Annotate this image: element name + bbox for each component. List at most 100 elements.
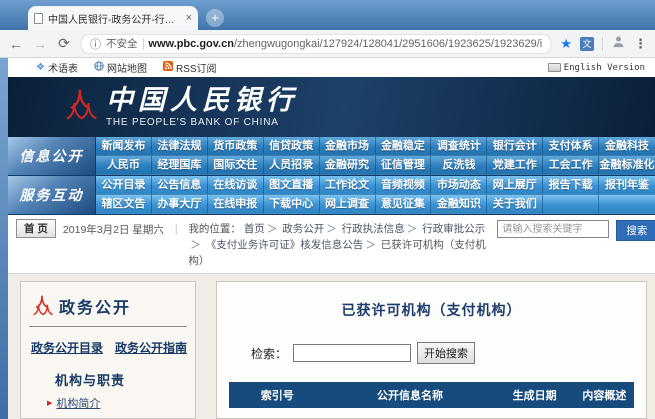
nav-link[interactable]: 在线访谈 [208, 176, 264, 195]
glossary-link[interactable]: ❖术语表 [36, 60, 78, 75]
cell-date: 2018年1月6日 [495, 408, 575, 419]
cell-index: Z2000133000019 [229, 408, 325, 419]
browser-tab[interactable]: 中国人民银行-政务公开-行政执法信息 × [28, 6, 198, 30]
start-search-button[interactable]: 开始搜索 [417, 342, 475, 364]
sidebar-title: 政务公开 [59, 294, 131, 318]
breadcrumb-link[interactable]: 行政执法信息 [342, 223, 405, 235]
rss-link[interactable]: RSS订阅 [163, 60, 217, 75]
sidebar-link-guide[interactable]: 政务公开指南 [115, 339, 187, 356]
url-bar[interactable]: ⓘ 不安全 www.pbc.gov.cn/zhengwugongkai/1279… [80, 34, 552, 54]
nav-link[interactable]: 金融标准化 [599, 156, 655, 175]
sidebar-section-title: 机构与职责 [55, 370, 187, 389]
nav-link[interactable]: 金融市场 [320, 137, 376, 156]
nav-link[interactable]: 金融知识 [431, 195, 487, 214]
site-banner: 人 人人 中国人民银行 THE PEOPLE'S BANK OF CHINA [8, 77, 655, 137]
refresh-button[interactable]: ⟳ [56, 35, 72, 52]
nav-link[interactable]: 法律法规 [152, 137, 208, 156]
nav-link[interactable]: 经理国库 [152, 156, 208, 175]
nav-filler [599, 195, 655, 214]
nav-link[interactable]: 新闻发布 [96, 137, 152, 156]
column-header-summary: 内容概述 [575, 382, 634, 408]
nav-link[interactable]: 支付体系 [543, 137, 599, 156]
url-host: www.pbc.gov.cn [148, 38, 234, 50]
sidebar-item-org-intro[interactable]: ▶ 机构简介 [47, 395, 187, 411]
nav-link[interactable]: 意见征集 [376, 195, 432, 214]
site-search-input[interactable] [497, 220, 609, 238]
cell-summary [575, 408, 634, 419]
nav-link[interactable]: 调查统计 [431, 137, 487, 156]
nav-link[interactable]: 银行会计 [487, 137, 543, 156]
breadcrumb-link[interactable]: 首页 [244, 223, 265, 235]
english-version-link[interactable]: English Version [548, 63, 645, 73]
nav-link[interactable]: 工会工作 [543, 156, 599, 175]
nav-link[interactable]: 网上调查 [320, 195, 376, 214]
back-button[interactable]: ← [8, 36, 24, 52]
retrieve-label: 检索： [251, 345, 287, 362]
results-table: 索引号 公开信息名称 生成日期 内容概述 Z2000133000019 支付宝（… [229, 382, 634, 419]
page-url: www.pbc.gov.cn/zhengwugongkai/127924/128… [148, 38, 542, 50]
page-favicon-icon [34, 13, 43, 24]
cell-name-link[interactable]: 支付宝（中国）网络技术有限公司 [326, 408, 495, 419]
forward-button[interactable]: → [32, 36, 48, 52]
site-search-button[interactable]: 搜索 [616, 220, 655, 241]
translate-icon[interactable]: 文 [580, 37, 594, 51]
breadcrumb-link[interactable]: 《支付业务许可证》核发信息公告 [206, 239, 364, 251]
nav-link[interactable]: 市场动态 [431, 176, 487, 195]
nav-link[interactable]: 关于我们 [487, 195, 543, 214]
sidebar-link-directory[interactable]: 政务公开目录 [31, 339, 103, 356]
nav-section-info-disclosure[interactable]: 信息公开 [8, 137, 96, 175]
nav-link[interactable]: 办事大厅 [152, 195, 208, 214]
nav-link[interactable]: 金融研究 [320, 156, 376, 175]
table-row: Z2000133000019 支付宝（中国）网络技术有限公司 2018年1月6日 [229, 408, 634, 419]
column-header-date: 生成日期 [495, 382, 575, 408]
nav-link[interactable]: 人民币 [96, 156, 152, 175]
nav-link[interactable]: 金融科技 [599, 137, 655, 156]
nav-link[interactable]: 金融稳定 [376, 137, 432, 156]
nav-link[interactable]: 在线申报 [208, 195, 264, 214]
browser-window: 中国人民银行-政务公开-行政执法信息 × + ← → ⟳ ⓘ 不安全 www.p… [0, 0, 655, 419]
browser-menu-icon[interactable]: ⋮ [634, 36, 647, 52]
content-area: 人 人人 政务公开 政务公开目录 政务公开指南 机构与职责 ▶ 机构简介 [8, 274, 655, 419]
nav-section-service-interaction[interactable]: 服务互动 [8, 176, 96, 214]
nav-link[interactable]: 报刊年鉴 [599, 176, 655, 195]
nav-link[interactable]: 信贷政策 [264, 137, 320, 156]
url-path: /zhengwugongkai/127924/128041/2951606/19… [234, 38, 542, 50]
main-navigation: 信息公开 新闻发布 法律法规 货币政策 信贷政策 金融市场 金融稳定 调查统计 … [8, 137, 655, 215]
page-title: 已获许可机构（支付机构） [217, 300, 646, 320]
nav-link[interactable]: 辖区文告 [96, 195, 152, 214]
nav-link[interactable]: 公开目录 [96, 176, 152, 195]
tab-close-icon[interactable]: × [186, 12, 192, 24]
nav-link[interactable]: 征信管理 [376, 156, 432, 175]
breadcrumb-link[interactable]: 行政审批公示 [422, 223, 485, 235]
column-header-index: 索引号 [229, 382, 325, 408]
utility-bar: ❖术语表 网站地图 RSS订阅 English Version [8, 58, 655, 77]
home-button[interactable]: 首 页 [16, 219, 56, 238]
breadcrumb-bar: 首 页 2019年3月2日 星期六 ｜ 我的位置： 首页＞ 政务公开＞ 行政执法… [8, 215, 655, 274]
sitemap-link[interactable]: 网站地图 [94, 60, 147, 75]
nav-link[interactable]: 网上展厅 [487, 176, 543, 195]
nav-link[interactable]: 工作论文 [320, 176, 376, 195]
info-icon[interactable]: ⓘ [90, 36, 101, 52]
location-prefix: 我的位置： [188, 223, 241, 235]
nav-link[interactable]: 下载中心 [264, 195, 320, 214]
nav-link[interactable]: 党建工作 [487, 156, 543, 175]
new-tab-button[interactable]: + [206, 9, 224, 27]
nav-link[interactable]: 反洗钱 [431, 156, 487, 175]
nav-link[interactable]: 图文直播 [264, 176, 320, 195]
bullet-icon: ▶ [47, 399, 52, 407]
content-search-input[interactable] [293, 344, 411, 362]
tab-title: 中国人民银行-政务公开-行政执法信息 [48, 11, 181, 26]
tab-strip: 中国人民银行-政务公开-行政执法信息 × + [0, 0, 655, 30]
nav-link[interactable]: 国际交往 [208, 156, 264, 175]
nav-link[interactable]: 报告下载 [543, 176, 599, 195]
breadcrumb-link[interactable]: 政务公开 [282, 223, 324, 235]
nav-link[interactable]: 人员招录 [264, 156, 320, 175]
profile-avatar-icon[interactable] [611, 34, 626, 54]
nav-link[interactable]: 货币政策 [208, 137, 264, 156]
nav-link[interactable]: 公告信息 [152, 176, 208, 195]
glossary-icon: ❖ [36, 62, 45, 73]
nav-link[interactable]: 音频视频 [376, 176, 432, 195]
bookmark-star-icon[interactable]: ★ [560, 36, 572, 52]
bank-name-cn: 中国人民银行 [106, 87, 298, 114]
security-label: 不安全 [106, 36, 138, 51]
